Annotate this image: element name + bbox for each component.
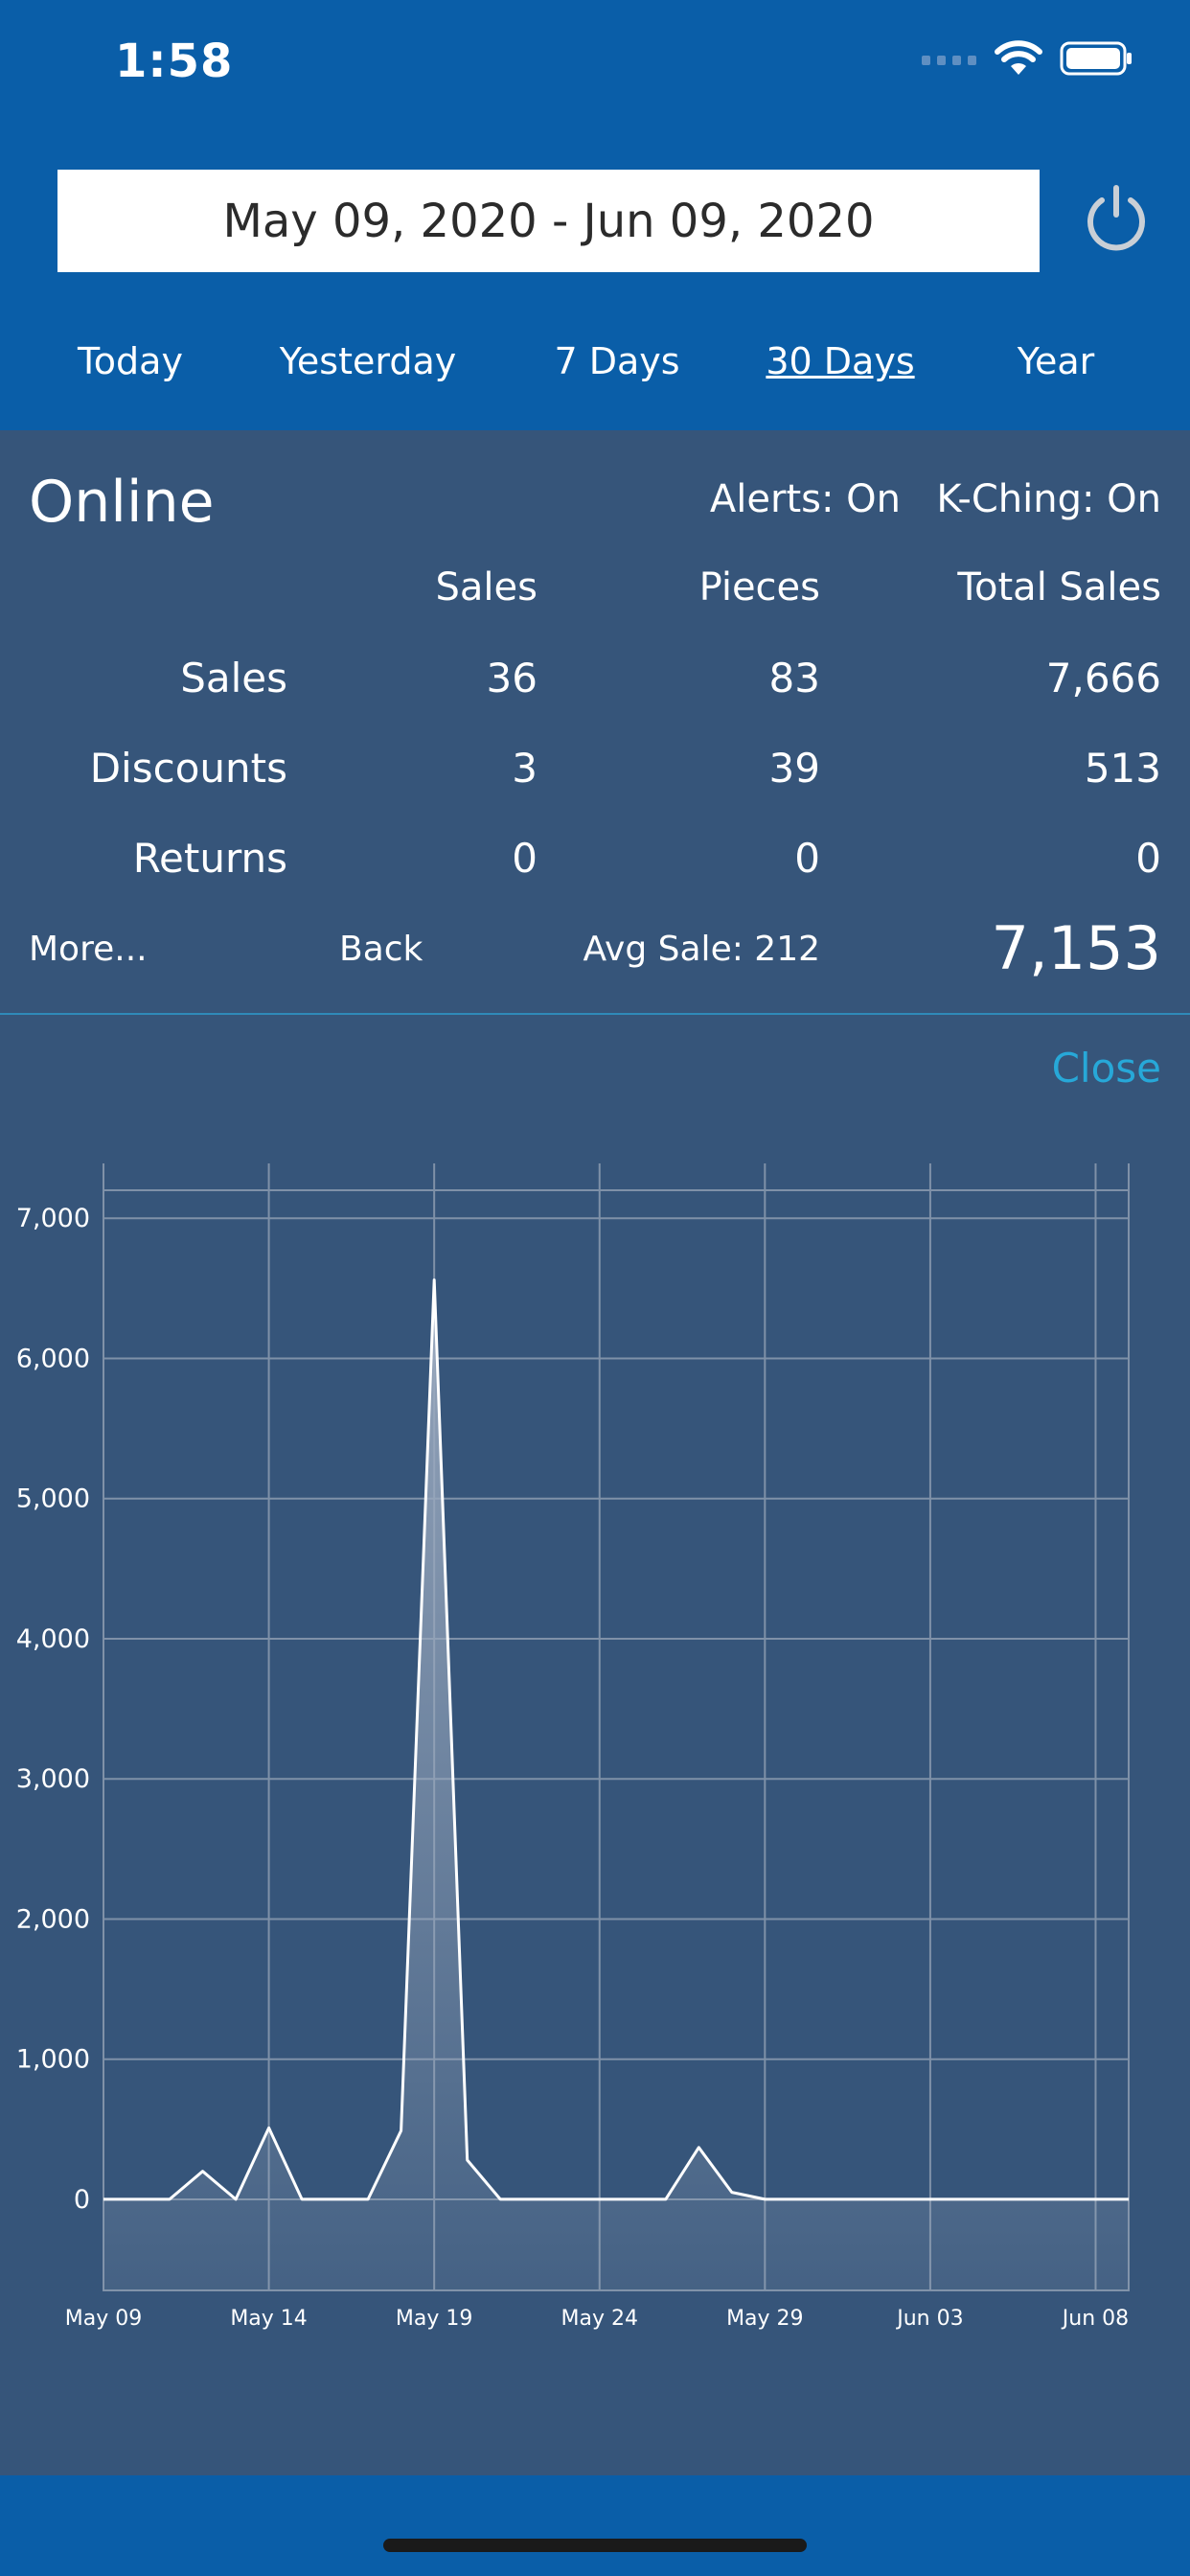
- sales-area: [103, 1279, 1129, 2290]
- kching-toggle[interactable]: K-Ching: On: [936, 477, 1161, 521]
- date-range-field[interactable]: May 09, 2020 - Jun 09, 2020: [57, 170, 1040, 272]
- x-tick-label: May 09: [65, 2307, 142, 2331]
- column-header-total-sales: Total Sales: [957, 565, 1161, 610]
- status-icons: [922, 40, 1133, 77]
- returns-count: 0: [512, 835, 538, 882]
- y-tick-label: 7,000: [16, 1204, 90, 1233]
- x-tick-label: Jun 03: [895, 2307, 963, 2331]
- divider: [0, 1013, 1190, 1015]
- range-tabs: Today Yesterday 7 Days 30 Days Year: [0, 340, 1190, 398]
- returns-total: 0: [1135, 835, 1161, 882]
- back-link[interactable]: Back: [339, 930, 423, 969]
- home-indicator[interactable]: [383, 2539, 807, 2552]
- bottom-bar: [0, 2475, 1190, 2576]
- tab-yesterday[interactable]: Yesterday: [280, 340, 456, 382]
- column-header-pieces: Pieces: [698, 565, 820, 610]
- grand-total: 7,153: [991, 913, 1162, 983]
- y-tick-label: 6,000: [16, 1344, 90, 1373]
- sales-line: [103, 1278, 1129, 2201]
- close-button[interactable]: Close: [1052, 1045, 1161, 1092]
- sales-pieces: 83: [768, 655, 820, 702]
- sales-chart: May 09 May 14 May 19 May 24 May 29 Jun 03 Jun …: [0, 1150, 1190, 2348]
- y-tick-label: 3,000: [16, 1764, 90, 1794]
- sales-total: 7,666: [1045, 655, 1161, 702]
- sales-chart-svg: May 09 May 14 May 19 May 24 May 29 Jun 03 Jun …: [16, 1163, 1130, 2331]
- channel-title: Online: [29, 469, 215, 536]
- tab-year[interactable]: Year: [1018, 340, 1094, 382]
- avg-sale: Avg Sale: 212: [583, 930, 820, 969]
- status-time: 1:58: [115, 34, 234, 88]
- discounts-total: 513: [1084, 745, 1161, 792]
- tab-30-days[interactable]: 30 Days: [766, 340, 914, 382]
- sales-summary: Online Alerts: On K-Ching: On Sales Piec…: [0, 430, 1190, 1013]
- row-label-returns: Returns: [132, 835, 287, 882]
- y-tick-label: 2,000: [16, 1904, 90, 1934]
- x-tick-label: May 24: [561, 2307, 637, 2331]
- top-bar: 1:58 May 09, 2020 - Jun 09, 2020 Today Y…: [0, 0, 1190, 430]
- cellular-signal-icon: [922, 56, 976, 65]
- plot-frame: [103, 1189, 1130, 2291]
- y-tick-label: 1,000: [16, 2045, 90, 2075]
- more-link[interactable]: More...: [29, 930, 148, 969]
- power-icon[interactable]: [1083, 184, 1150, 253]
- discounts-pieces: 39: [768, 745, 820, 792]
- returns-pieces: 0: [794, 835, 820, 882]
- x-tick-label: Jun 08: [1061, 2307, 1129, 2331]
- y-tick-label: 4,000: [16, 1624, 90, 1654]
- battery-icon: [1060, 41, 1132, 76]
- x-tick-label: May 29: [726, 2307, 803, 2331]
- wifi-icon: [995, 40, 1042, 75]
- sales-count: 36: [486, 655, 538, 702]
- column-header-sales: Sales: [435, 565, 538, 610]
- row-label-sales: Sales: [180, 655, 287, 702]
- y-tick-label: 0: [74, 2185, 90, 2215]
- tab-7-days[interactable]: 7 Days: [554, 340, 679, 382]
- y-tick-label: 5,000: [16, 1484, 90, 1514]
- x-tick-label: May 14: [230, 2307, 307, 2331]
- alerts-toggle[interactable]: Alerts: On: [710, 477, 901, 521]
- row-label-discounts: Discounts: [89, 745, 287, 792]
- x-tick-label: May 19: [396, 2307, 472, 2331]
- discounts-count: 3: [512, 745, 538, 792]
- tab-today[interactable]: Today: [78, 340, 183, 382]
